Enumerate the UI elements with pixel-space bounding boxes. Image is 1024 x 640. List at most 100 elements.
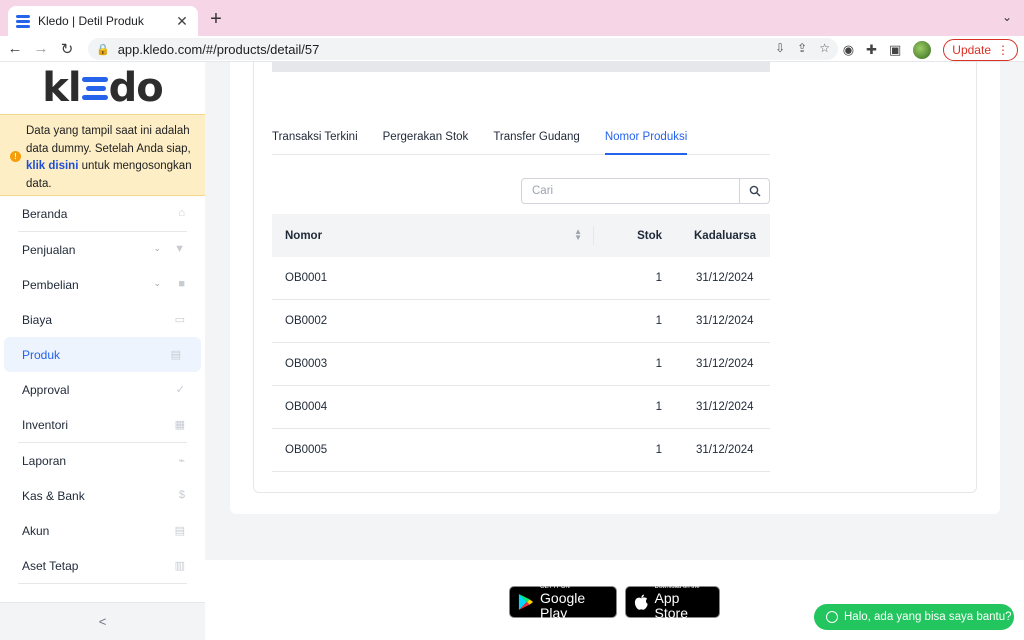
- header-label: Nomor: [285, 229, 323, 242]
- sidebar-item-inventori[interactable]: Inventori ▦: [0, 407, 205, 442]
- sidebar-item-label: Aset Tetap: [22, 558, 79, 573]
- warehouse-icon: ▦: [174, 419, 185, 431]
- table-row[interactable]: OB0005 1 31/12/2024: [272, 429, 770, 472]
- column-header-stok: Stok: [637, 229, 662, 242]
- cell-nomor: OB0001: [285, 272, 328, 284]
- sidebar-item-label: Inventori: [22, 417, 69, 432]
- sidebar-item-label: Approval: [22, 382, 70, 397]
- sidebar-item-laporan[interactable]: Laporan ⌁: [0, 443, 205, 478]
- cell-stok: 1: [655, 358, 662, 370]
- sidebar-item-biaya[interactable]: Biaya ▭: [0, 302, 205, 337]
- check-icon: ✓: [175, 384, 185, 396]
- sidebar-item-aset-tetap[interactable]: Aset Tetap ▥: [0, 548, 205, 583]
- sidebar-item-penjualan[interactable]: Penjualan ⌄ ▼: [0, 232, 205, 267]
- tab-search-icon[interactable]: ⌄: [1002, 10, 1012, 24]
- back-icon[interactable]: ←: [4, 40, 26, 57]
- sidebar-item-label: Pembelian: [22, 277, 79, 292]
- chart-icon: ⌁: [178, 455, 185, 467]
- sidebar: kl do ! Data yang tampil saat ini adalah…: [0, 62, 205, 640]
- sidebar-item-kas-bank[interactable]: Kas & Bank $: [0, 478, 205, 513]
- table-body: OB0001 1 31/12/2024 OB0002 1 31/12/2024 OB0003…: [272, 257, 770, 472]
- logo-text-left: kl: [42, 65, 81, 111]
- search-button[interactable]: [739, 179, 769, 203]
- kledo-logo[interactable]: kl do: [0, 62, 205, 114]
- profile-avatar[interactable]: [913, 41, 932, 59]
- sidebar-item-label: Akun: [22, 523, 50, 538]
- cell-stok: 1: [655, 272, 662, 284]
- sidebar-item-akun[interactable]: Akun ▤: [0, 513, 205, 548]
- url-text[interactable]: app.kledo.com/#/products/detail/57: [118, 42, 320, 57]
- cell-stok: 1: [655, 444, 662, 456]
- omnibox-actions: ⇩ ⇪ ☆: [775, 41, 830, 55]
- whatsapp-label: Halo, ada yang bisa saya bantu?: [844, 611, 1012, 623]
- search-input[interactable]: [522, 179, 739, 203]
- cell-nomor: OB0005: [285, 444, 328, 456]
- sidebar-item-label: Produk: [22, 347, 61, 362]
- browser-tabbar: Kledo | Detil Produk ✕ + ⌄: [0, 0, 1024, 36]
- forward-icon[interactable]: →: [30, 40, 52, 57]
- tab-transfer-gudang[interactable]: Transfer Gudang: [493, 126, 580, 155]
- collapse-sidebar-button[interactable]: <: [0, 602, 205, 640]
- update-button[interactable]: Update ⋮: [943, 39, 1018, 61]
- lock-icon[interactable]: 🔒: [96, 43, 110, 56]
- tab-transaksi-terkini[interactable]: Transaksi Terkini: [272, 126, 358, 155]
- reload-icon[interactable]: ↻: [56, 40, 78, 58]
- column-header-nomor[interactable]: Nomor ▲ ▼: [272, 214, 594, 257]
- camera-icon[interactable]: ◉: [843, 42, 854, 58]
- browser-toolbar: ← → ↻ 🔒 app.kledo.com/#/products/detail/…: [0, 36, 1024, 62]
- table-row[interactable]: OB0001 1 31/12/2024: [272, 257, 770, 300]
- logo-e-mark-icon: [81, 73, 108, 103]
- column-divider: [593, 226, 594, 245]
- sort-icon[interactable]: ▲ ▼: [574, 228, 582, 242]
- logo-text-right: do: [108, 65, 164, 111]
- share-icon[interactable]: ⇪: [797, 41, 807, 55]
- extensions-icon[interactable]: ✚: [866, 42, 877, 58]
- tab-title: Kledo | Detil Produk: [38, 14, 144, 28]
- cell-kadaluarsa: 31/12/2024: [696, 272, 754, 284]
- dummy-data-notice: ! Data yang tampil saat ini adalah data …: [0, 114, 205, 196]
- sidebar-item-produk[interactable]: Produk ▤: [4, 337, 201, 372]
- sidebar-item-approval[interactable]: Approval ✓: [0, 372, 205, 407]
- new-tab-button[interactable]: +: [206, 8, 226, 30]
- home-icon: ⌂: [178, 207, 185, 219]
- table-row[interactable]: OB0002 1 31/12/2024: [272, 300, 770, 343]
- close-tab-icon[interactable]: ✕: [174, 13, 190, 30]
- apple-icon: [634, 594, 648, 610]
- address-bar[interactable]: 🔒 app.kledo.com/#/products/detail/57 ⇩ ⇪…: [88, 38, 838, 60]
- app-store-text: Download on the App Store: [655, 584, 711, 621]
- app-store-button[interactable]: Download on the App Store: [625, 584, 720, 621]
- clear-data-link[interactable]: klik disini: [26, 160, 78, 172]
- column-header-kadaluarsa: Kadaluarsa: [694, 229, 757, 242]
- browser-tab[interactable]: Kledo | Detil Produk ✕: [8, 6, 198, 36]
- sidebar-item-label: Biaya: [22, 312, 53, 327]
- cell-stok: 1: [655, 401, 662, 413]
- product-tabs: Transaksi Terkini Pergerakan Stok Transf…: [272, 126, 770, 155]
- tab-nomor-produksi[interactable]: Nomor Produksi: [604, 126, 688, 155]
- sidebar-item-beranda[interactable]: Beranda ⌂: [0, 196, 205, 231]
- chevron-down-icon: ⌄: [153, 243, 161, 253]
- whatsapp-icon: [826, 611, 838, 623]
- cell-kadaluarsa: 31/12/2024: [696, 444, 754, 456]
- table-row[interactable]: OB0004 1 31/12/2024: [272, 386, 770, 429]
- sidebar-item-pembelian[interactable]: Pembelian ⌄ ■: [0, 267, 205, 302]
- tab-pergerakan-stok[interactable]: Pergerakan Stok: [383, 126, 469, 155]
- side-panel-icon[interactable]: ▣: [889, 42, 901, 58]
- sidebar-menu: Beranda ⌂ Penjualan ⌄ ▼ Pembelian ⌄ ■ Biaya ▭ …: [0, 196, 205, 584]
- cell-kadaluarsa: 31/12/2024: [696, 401, 754, 413]
- sidebar-item-label: Laporan: [22, 453, 67, 468]
- whatsapp-chat-button[interactable]: Halo, ada yang bisa saya bantu?: [814, 604, 1014, 630]
- cell-nomor: OB0003: [285, 358, 328, 370]
- google-play-button[interactable]: GET IT ON Google Play: [509, 584, 617, 621]
- bookmark-star-icon[interactable]: ☆: [819, 41, 830, 55]
- install-icon[interactable]: ⇩: [775, 41, 785, 55]
- basket-icon: ▼: [174, 243, 185, 255]
- google-play-icon: [518, 593, 534, 611]
- card-icon: ▭: [174, 314, 185, 326]
- google-play-big: Google Play: [540, 589, 586, 621]
- cell-kadaluarsa: 31/12/2024: [696, 358, 754, 370]
- google-play-text: GET IT ON Google Play: [540, 584, 608, 621]
- box-icon: ▤: [170, 349, 181, 361]
- table-row[interactable]: OB0003 1 31/12/2024: [272, 343, 770, 386]
- table-header: Nomor ▲ ▼ Stok Kadaluarsa: [272, 214, 770, 257]
- building-icon: ▥: [174, 560, 185, 572]
